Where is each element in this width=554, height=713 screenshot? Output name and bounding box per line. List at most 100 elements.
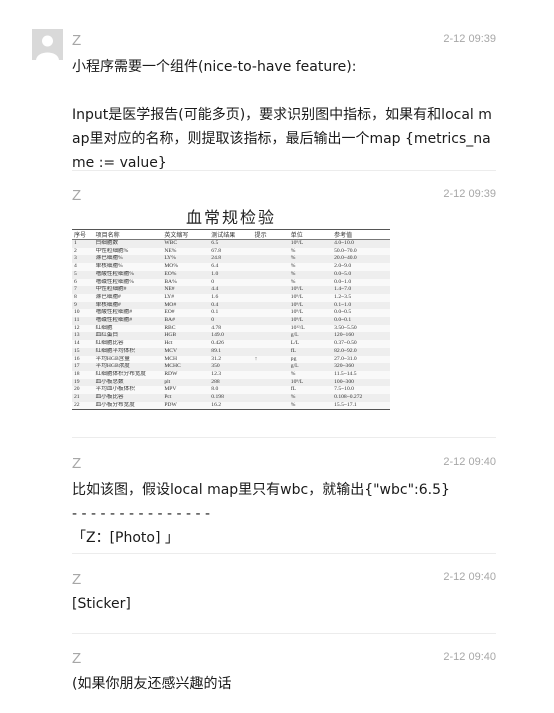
table-cell: MCV xyxy=(162,347,210,356)
table-cell xyxy=(252,255,289,264)
table-cell: 5 xyxy=(72,270,94,279)
table-cell xyxy=(252,324,289,333)
table-cell: 0.0~5.0 xyxy=(332,270,390,279)
table-cell: LY% xyxy=(162,255,210,264)
table-cell: 10⁹/L xyxy=(288,293,333,302)
table-cell: PDW xyxy=(162,401,210,410)
table-cell: 50.0~70.0 xyxy=(332,247,390,256)
table-cell: 89.1 xyxy=(209,347,253,356)
table-cell xyxy=(252,239,289,248)
table-cell: 1.0 xyxy=(209,270,253,279)
table-cell: 16 xyxy=(72,355,94,364)
table-row: 4 单核细胞% MO% 6.4% 2.0~9.0 xyxy=(72,263,390,271)
table-cell: 0 xyxy=(209,278,253,287)
table-cell: 27.0~31.0 xyxy=(332,355,390,364)
table-cell: 10¹²/L xyxy=(288,324,333,333)
table-cell: 12.3 xyxy=(209,370,253,379)
table-cell: 血小板比容 xyxy=(93,394,163,402)
table-cell: 18 xyxy=(72,370,94,379)
table-cell: % xyxy=(288,263,333,271)
table-cell: 平均HGB含量 xyxy=(93,355,163,364)
table-cell: 0.1 xyxy=(209,309,253,318)
table-cell: 单核细胞# xyxy=(93,301,163,310)
sender-name: Z xyxy=(72,32,82,49)
lab-results-table: 序号 项目名称 英文缩写 测试结果 提示 单位 参考值 1 白细胞数 WBC 6.5 10⁹/L 4.… xyxy=(72,229,390,411)
table-cell: plt xyxy=(162,378,210,387)
table-cell: MO% xyxy=(162,263,210,271)
table-cell: 7 xyxy=(72,286,94,294)
table-cell xyxy=(252,394,289,402)
table-cell: 血小板总数 xyxy=(93,378,163,387)
table-cell: 3.50~5.50 xyxy=(332,324,390,333)
table-cell: MCH xyxy=(162,355,210,364)
table-row: 12 红细胞 RBC 4.78 10¹²/L 3.50~5.50 xyxy=(72,324,390,333)
table-cell: 0.0~0.5 xyxy=(332,309,390,318)
table-cell xyxy=(252,293,289,302)
table-row: 17 平均HGB浓度 MCHC 350 g/L 320~360 xyxy=(72,363,390,371)
table-cell: 10⁹/L xyxy=(288,309,333,318)
table-header-cell: 项目名称 xyxy=(93,229,163,240)
table-cell: 0.0~1.0 xyxy=(332,278,390,287)
table-cell xyxy=(252,247,289,256)
table-cell xyxy=(252,270,289,279)
table-cell: RBC xyxy=(162,324,210,333)
table-cell: 100~300 xyxy=(332,378,390,387)
table-cell: % xyxy=(288,370,333,379)
table-cell: BA% xyxy=(162,278,210,287)
table-cell: 2.0~9.0 xyxy=(332,263,390,271)
table-cell: MCHC xyxy=(162,363,210,371)
table-cell: 320~360 xyxy=(332,363,390,371)
table-row: 11 嗜碱性粒细胞# BA# 0 10⁹/L 0.0~0.1 xyxy=(72,317,390,325)
table-header-cell: 单位 xyxy=(288,229,333,240)
table-row: 6 嗜碱性粒细胞% BA% 0% 0.0~1.0 xyxy=(72,278,390,287)
table-cell: 4.0~10.0 xyxy=(332,239,390,248)
sender-name: Z xyxy=(72,650,82,667)
table-cell: 淋巴细胞# xyxy=(93,293,163,302)
medical-report-photo[interactable]: 血常规检验 序号 项目名称 英文缩写 测试结果 提示 单位 参考值 1 白细胞数 WBC 6.5 1… xyxy=(72,207,390,421)
table-cell: RDW xyxy=(162,370,210,379)
table-cell: 嗜酸性粒细胞% xyxy=(93,270,163,279)
table-row: 10 嗜酸性粒细胞# EO# 0.1 10⁹/L 0.0~0.5 xyxy=(72,309,390,318)
message-time: 2-12 09:39 xyxy=(443,188,496,200)
table-row: 2 中性粒细胞% NE% 67.8% 50.0~70.0 xyxy=(72,247,390,256)
table-cell: 67.8 xyxy=(209,247,253,256)
table-row: 3 淋巴细胞% LY% 24.8% 20.0~40.0 xyxy=(72,255,390,264)
table-cell: 血红蛋白 xyxy=(93,332,163,341)
table-cell: 红细胞 xyxy=(93,324,163,333)
table-cell: 1.6 xyxy=(209,293,253,302)
table-cell xyxy=(252,286,289,294)
table-row: 1 白细胞数 WBC 6.5 10⁹/L 4.0~10.0 xyxy=(72,239,390,248)
table-cell xyxy=(252,332,289,341)
table-row: 20 平均血小板体积 MPV 8.0 fL 7.5~10.0 xyxy=(72,386,390,395)
table-cell: 6 xyxy=(72,278,94,287)
table-cell: 82.0~92.0 xyxy=(332,347,390,356)
message-text: [Sticker] xyxy=(72,596,131,612)
table-cell: L/L xyxy=(288,340,333,348)
table-cell xyxy=(252,301,289,310)
table-cell: 0.0~0.1 xyxy=(332,317,390,325)
table-cell: NE# xyxy=(162,286,210,294)
table-cell: 红细胞体积分布宽度 xyxy=(93,370,163,379)
table-cell: % xyxy=(288,255,333,264)
table-cell: 红细胞平均体积 xyxy=(93,347,163,356)
table-cell xyxy=(252,340,289,348)
table-cell: 1.4~7.0 xyxy=(332,286,390,294)
table-row: 16 平均HGB含量 MCH 31.2 ↑ pg 27.0~31.0 xyxy=(72,355,390,364)
table-cell: HGB xyxy=(162,332,210,341)
table-cell: 6.5 xyxy=(209,239,253,248)
table-cell: 1 xyxy=(72,239,94,248)
table-cell: 8 xyxy=(72,293,94,302)
table-cell: 15 xyxy=(72,347,94,356)
table-cell: Pct xyxy=(162,394,210,402)
table-cell: 淋巴细胞% xyxy=(93,255,163,264)
avatar[interactable] xyxy=(32,29,63,60)
table-cell xyxy=(252,347,289,356)
table-cell: Hct xyxy=(162,340,210,348)
table-header-cell: 序号 xyxy=(72,229,94,240)
table-cell xyxy=(252,263,289,271)
table-cell: 14 xyxy=(72,340,94,348)
table-cell xyxy=(252,278,289,287)
table-cell: 0 xyxy=(209,317,253,325)
table-cell xyxy=(252,386,289,395)
table-cell: % xyxy=(288,270,333,279)
